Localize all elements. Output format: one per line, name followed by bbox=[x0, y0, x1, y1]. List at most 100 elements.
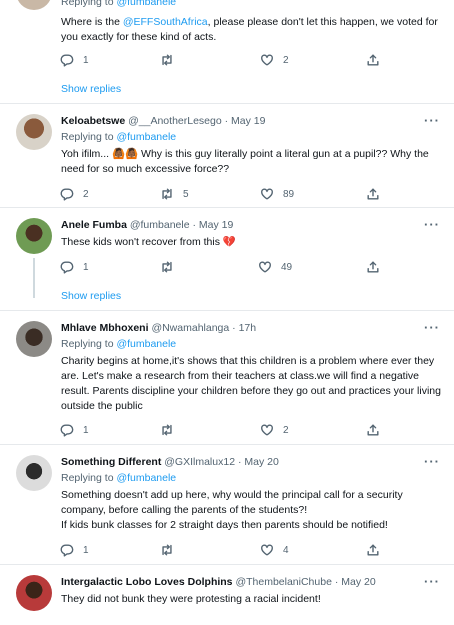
reply-button[interactable]: 1 bbox=[60, 542, 89, 558]
tweet-reply-0[interactable]: Replying to @fumbanele Where is the @EFF… bbox=[0, 0, 454, 103]
avatar[interactable] bbox=[16, 455, 52, 491]
tweet-header: Something Different @GXIlmalux12 · May 2… bbox=[61, 456, 279, 468]
user-handle[interactable]: @fumbanele bbox=[130, 219, 190, 231]
tweet-header: Intergalactic Lobo Loves Dolphins @Themb… bbox=[61, 576, 376, 588]
tweet-reply-2[interactable]: Anele Fumba @fumbanele · May 19 ··· Thes… bbox=[0, 208, 454, 310]
heart-icon bbox=[261, 544, 273, 556]
tweet-reply-4[interactable]: Something Different @GXIlmalux12 · May 2… bbox=[0, 445, 454, 564]
like-button[interactable]: 89 bbox=[260, 186, 294, 202]
like-button[interactable]: 2 bbox=[260, 52, 289, 68]
display-name[interactable]: Mhlave Mbhoxeni bbox=[61, 322, 149, 334]
more-options-button[interactable]: ··· bbox=[424, 574, 440, 589]
like-button[interactable]: 49 bbox=[258, 259, 292, 275]
more-options-button[interactable]: ··· bbox=[424, 454, 440, 469]
retweet-icon bbox=[162, 424, 172, 436]
replying-to-handle[interactable]: @fumbanele bbox=[116, 472, 176, 484]
display-name[interactable]: Something Different bbox=[61, 456, 161, 468]
user-handle[interactable]: @ThembelaniChube bbox=[235, 576, 331, 588]
heart-icon bbox=[259, 261, 271, 273]
retweet-icon bbox=[162, 261, 172, 273]
avatar[interactable] bbox=[16, 575, 52, 611]
tweet-text: Something doesn't add up here, why would… bbox=[61, 489, 403, 531]
tweet-reply-1[interactable]: Keloabetswe @__AnotherLesego · May 19 ··… bbox=[0, 104, 454, 207]
tweet-actions: 1 49 bbox=[60, 259, 390, 275]
retweet-button[interactable] bbox=[160, 259, 174, 275]
replying-to: Replying to @fumbanele bbox=[61, 0, 176, 8]
avatar[interactable] bbox=[16, 321, 52, 357]
tweet-text-start: Where is the bbox=[61, 16, 123, 28]
replying-to-handle[interactable]: @fumbanele bbox=[116, 338, 176, 350]
share-icon bbox=[367, 261, 379, 273]
share-button[interactable] bbox=[366, 52, 380, 68]
replying-to-handle[interactable]: @fumbanele bbox=[116, 131, 176, 143]
reply-button[interactable]: 1 bbox=[60, 52, 89, 68]
display-name[interactable]: Anele Fumba bbox=[61, 219, 127, 231]
display-name[interactable]: Keloabetswe bbox=[61, 115, 125, 127]
more-options-button[interactable]: ··· bbox=[424, 217, 440, 232]
reply-icon bbox=[60, 261, 74, 274]
like-count: 4 bbox=[283, 544, 289, 556]
replying-to-prefix: Replying to bbox=[61, 472, 117, 484]
more-options-button[interactable]: ··· bbox=[424, 113, 440, 128]
avatar[interactable] bbox=[16, 114, 52, 150]
separator: · bbox=[221, 115, 232, 127]
reply-button[interactable]: 1 bbox=[60, 259, 89, 275]
reply-button[interactable]: 1 bbox=[60, 422, 89, 438]
reply-count: 2 bbox=[83, 188, 89, 200]
tweet-text: They did not bunk they were protesting a… bbox=[61, 593, 321, 605]
avatar[interactable] bbox=[16, 0, 52, 10]
mention-link[interactable]: @EFFSouthAfrica bbox=[123, 16, 208, 28]
retweet-button[interactable] bbox=[160, 422, 174, 438]
retweet-button[interactable] bbox=[160, 52, 174, 68]
like-count: 2 bbox=[283, 54, 289, 66]
more-options-button[interactable]: ··· bbox=[424, 320, 440, 335]
retweet-button[interactable] bbox=[160, 542, 174, 558]
replying-to-handle[interactable]: @fumbanele bbox=[116, 0, 176, 8]
like-button[interactable]: 4 bbox=[260, 542, 289, 558]
tweet-date[interactable]: May 20 bbox=[341, 576, 375, 588]
reply-button[interactable]: 2 bbox=[60, 186, 89, 202]
tweet-date[interactable]: May 20 bbox=[244, 456, 278, 468]
replying-to-prefix: Replying to bbox=[61, 338, 117, 350]
tweet-date[interactable]: May 19 bbox=[231, 115, 265, 127]
user-handle[interactable]: @GXIlmalux12 bbox=[164, 456, 235, 468]
retweet-icon bbox=[162, 188, 172, 200]
tweet-text: Yoh ifilm... 🙆🏾🙆🏾 Why is this guy litera… bbox=[61, 148, 429, 175]
separator: · bbox=[229, 322, 239, 334]
tweet-reply-5[interactable]: Intergalactic Lobo Loves Dolphins @Themb… bbox=[0, 565, 454, 625]
show-replies-link[interactable]: Show replies bbox=[61, 83, 121, 95]
tweet-date[interactable]: May 19 bbox=[199, 219, 233, 231]
separator: · bbox=[331, 576, 342, 588]
avatar[interactable] bbox=[16, 218, 52, 254]
tweet-header: Anele Fumba @fumbanele · May 19 bbox=[61, 219, 233, 231]
tweet-reply-3[interactable]: Mhlave Mbhoxeni @Nwamahlanga · 17h ··· R… bbox=[0, 311, 454, 444]
retweet-count: 5 bbox=[183, 188, 189, 200]
display-name[interactable]: Intergalactic Lobo Loves Dolphins bbox=[61, 576, 233, 588]
tweet-actions: 1 4 bbox=[60, 542, 390, 558]
retweet-button[interactable]: 5 bbox=[160, 186, 189, 202]
replying-to: Replying to @fumbanele bbox=[61, 131, 176, 143]
separator: · bbox=[189, 219, 199, 231]
tweet-text: These kids won't recover from this 💔 bbox=[61, 236, 236, 248]
share-button[interactable] bbox=[366, 186, 380, 202]
retweet-icon bbox=[162, 544, 172, 556]
user-handle[interactable]: @__AnotherLesego bbox=[128, 115, 222, 127]
reply-icon bbox=[60, 424, 74, 437]
like-button[interactable]: 2 bbox=[260, 422, 289, 438]
user-handle[interactable]: @Nwamahlanga bbox=[151, 322, 229, 334]
tweet-date[interactable]: 17h bbox=[239, 322, 257, 334]
reply-count: 1 bbox=[83, 54, 89, 66]
share-button[interactable] bbox=[366, 542, 380, 558]
share-icon bbox=[367, 544, 379, 556]
show-replies-link[interactable]: Show replies bbox=[61, 290, 121, 302]
share-button[interactable] bbox=[366, 259, 380, 275]
share-button[interactable] bbox=[366, 422, 380, 438]
tweet-header: Keloabetswe @__AnotherLesego · May 19 bbox=[61, 115, 265, 127]
heart-icon bbox=[261, 54, 273, 66]
tweet-actions: 2 5 89 bbox=[60, 186, 390, 202]
like-count: 89 bbox=[283, 188, 295, 200]
replying-to: Replying to @fumbanele bbox=[61, 338, 176, 350]
tweet-text: Where is the @EFFSouthAfrica, please ple… bbox=[61, 15, 441, 45]
reply-count: 1 bbox=[83, 424, 89, 436]
reply-count: 1 bbox=[83, 261, 89, 273]
